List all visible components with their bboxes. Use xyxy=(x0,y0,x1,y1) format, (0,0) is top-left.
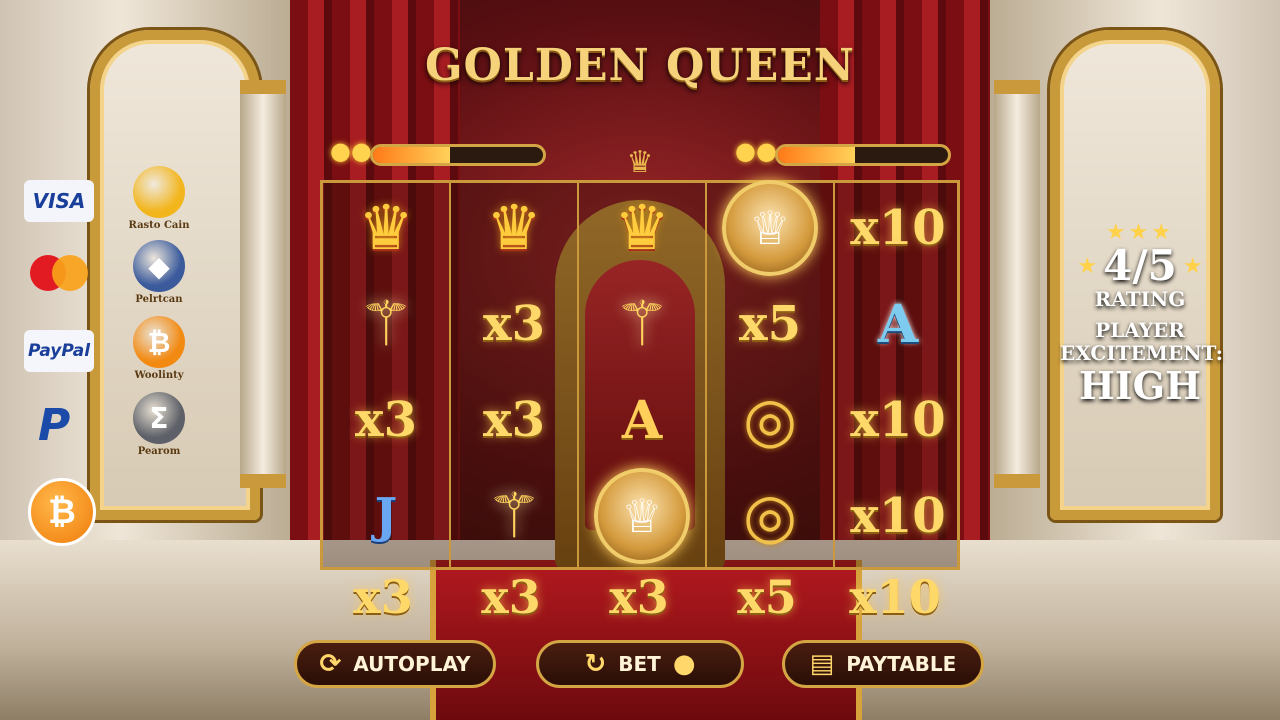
reel-symbol: ◎ xyxy=(707,375,833,465)
crypto-label: Rasto Cain xyxy=(128,220,190,231)
left-pillar xyxy=(240,80,286,488)
left-jackpot-meter: ●● xyxy=(330,137,546,166)
reel-symbol: ◎ xyxy=(707,471,833,561)
rating-panel: ★★★ ★ 4/5 ★ RATING PLAYER EXCITEMENT: HI… xyxy=(1060,220,1224,408)
symbol-text: x3 xyxy=(482,296,545,352)
symbol-text: x10 xyxy=(850,488,946,544)
coin-stack-icon: ●● xyxy=(735,137,777,165)
spin-icon: ↻ xyxy=(584,649,607,679)
symbol-text: x3 xyxy=(482,392,545,448)
bottom-multiplier: x5 xyxy=(737,570,797,624)
bitcoin-coin-icon: ₿ xyxy=(133,316,185,368)
reel-grid: ♛ ⚚ x3 J ♛ x3 x3 ⚚ ♛ ⚚ A ♕ ♕ x5 ◎ ◎ x10 Ax10 x10 xyxy=(320,180,960,570)
left-meter-bar xyxy=(370,144,546,166)
autoplay-label: AUTOPLAY xyxy=(353,652,471,676)
reel-symbol: ⚚ xyxy=(579,279,705,369)
crown-crest-icon: ♛ xyxy=(626,145,654,180)
crypto-coin-icon xyxy=(133,166,185,218)
scroll-icon: ▤ xyxy=(809,649,835,679)
scepter-icon: ⚚ xyxy=(486,479,542,552)
bet-label: BET xyxy=(618,652,661,676)
coins-icon: ● xyxy=(672,649,696,679)
crypto-label: Pelrtcan xyxy=(135,294,183,305)
crypto-label: Woolinty xyxy=(134,370,184,381)
crown-icon: ♛ xyxy=(358,191,414,264)
refresh-arrows-icon: ⟳ xyxy=(319,649,342,679)
right-meter-fill xyxy=(778,147,855,163)
star-icon: ★ xyxy=(1077,253,1098,279)
bottom-multiplier: x3 xyxy=(353,570,413,624)
reel-symbol: x10 xyxy=(835,375,961,465)
ring-icon: ◎ xyxy=(742,479,798,552)
star-icon: ★ xyxy=(1182,253,1203,279)
crypto-label: Pearom xyxy=(137,446,181,457)
symbol-text: x10 xyxy=(850,200,946,256)
scepter-icon: ⚚ xyxy=(614,287,670,360)
right-meter-bar xyxy=(775,144,951,166)
excitement-label: PLAYER EXCITEMENT: xyxy=(1060,318,1224,365)
reel-symbol: ⚚ xyxy=(323,279,449,369)
queen-portrait-icon: ♕ xyxy=(594,468,690,564)
symbol-text: x5 xyxy=(738,296,801,352)
mastercard-logo xyxy=(24,252,94,294)
reel-symbol: J xyxy=(323,471,449,561)
bet-button[interactable]: ↻ BET ● xyxy=(536,640,744,688)
coin-stack-icon: ●● xyxy=(330,137,372,165)
reel-symbol: ♕ xyxy=(579,468,705,564)
paytable-label: PAYTABLE xyxy=(846,652,957,676)
paypal-logo: PayPal xyxy=(24,330,94,372)
excitement-value: HIGH xyxy=(1078,363,1202,408)
symbol-text: x3 xyxy=(354,392,417,448)
crown-icon: ♛ xyxy=(614,191,670,264)
reel-symbol: x10 xyxy=(835,471,961,561)
reel-symbol: ♛ xyxy=(323,183,449,273)
reel-symbol: x5 xyxy=(707,279,833,369)
reel-symbol: x3 xyxy=(323,375,449,465)
left-meter-fill xyxy=(373,147,450,163)
reel-symbol: ⚚ xyxy=(451,471,577,561)
autoplay-button[interactable]: ⟳ AUTOPLAY xyxy=(294,640,496,688)
symbol-text: x10 xyxy=(850,392,946,448)
right-jackpot-meter: ●● xyxy=(735,137,951,166)
ethereum-icon: ◆ xyxy=(133,240,185,292)
rating-value: 4/5 xyxy=(1103,241,1177,290)
reel-symbol: x3 xyxy=(451,375,577,465)
rating-label: RATING xyxy=(1094,287,1186,311)
symbol-text: A xyxy=(621,389,663,451)
reel-symbol: ♛ xyxy=(579,183,705,273)
reel-symbol: x10 xyxy=(835,183,961,273)
sigma-coin-icon: Σ xyxy=(133,392,185,444)
reel-symbol: A xyxy=(835,279,961,369)
bitcoin-icon: ₿ xyxy=(28,478,96,546)
ring-icon: ◎ xyxy=(742,383,798,456)
visa-logo: VISA xyxy=(24,180,94,222)
reel-symbol: ♕ xyxy=(707,180,833,276)
reel-symbol: x3 xyxy=(451,279,577,369)
crown-icon: ♛ xyxy=(486,191,542,264)
bottom-multiplier: x10 xyxy=(849,570,941,624)
bottom-multiplier: x3 xyxy=(609,570,669,624)
game-title: GOLDEN QUEEN xyxy=(424,40,856,91)
bottom-multiplier: x3 xyxy=(481,570,541,624)
symbol-text: A xyxy=(877,293,919,355)
reel-symbol: A xyxy=(579,375,705,465)
paytable-button[interactable]: ▤ PAYTABLE xyxy=(782,640,984,688)
symbol-text: J xyxy=(374,488,398,544)
scepter-icon: ⚚ xyxy=(358,287,414,360)
paypal-p-icon: P xyxy=(38,400,71,451)
right-pillar xyxy=(994,80,1040,488)
queen-portrait-icon: ♕ xyxy=(722,180,818,276)
reel-symbol: ♛ xyxy=(451,183,577,273)
